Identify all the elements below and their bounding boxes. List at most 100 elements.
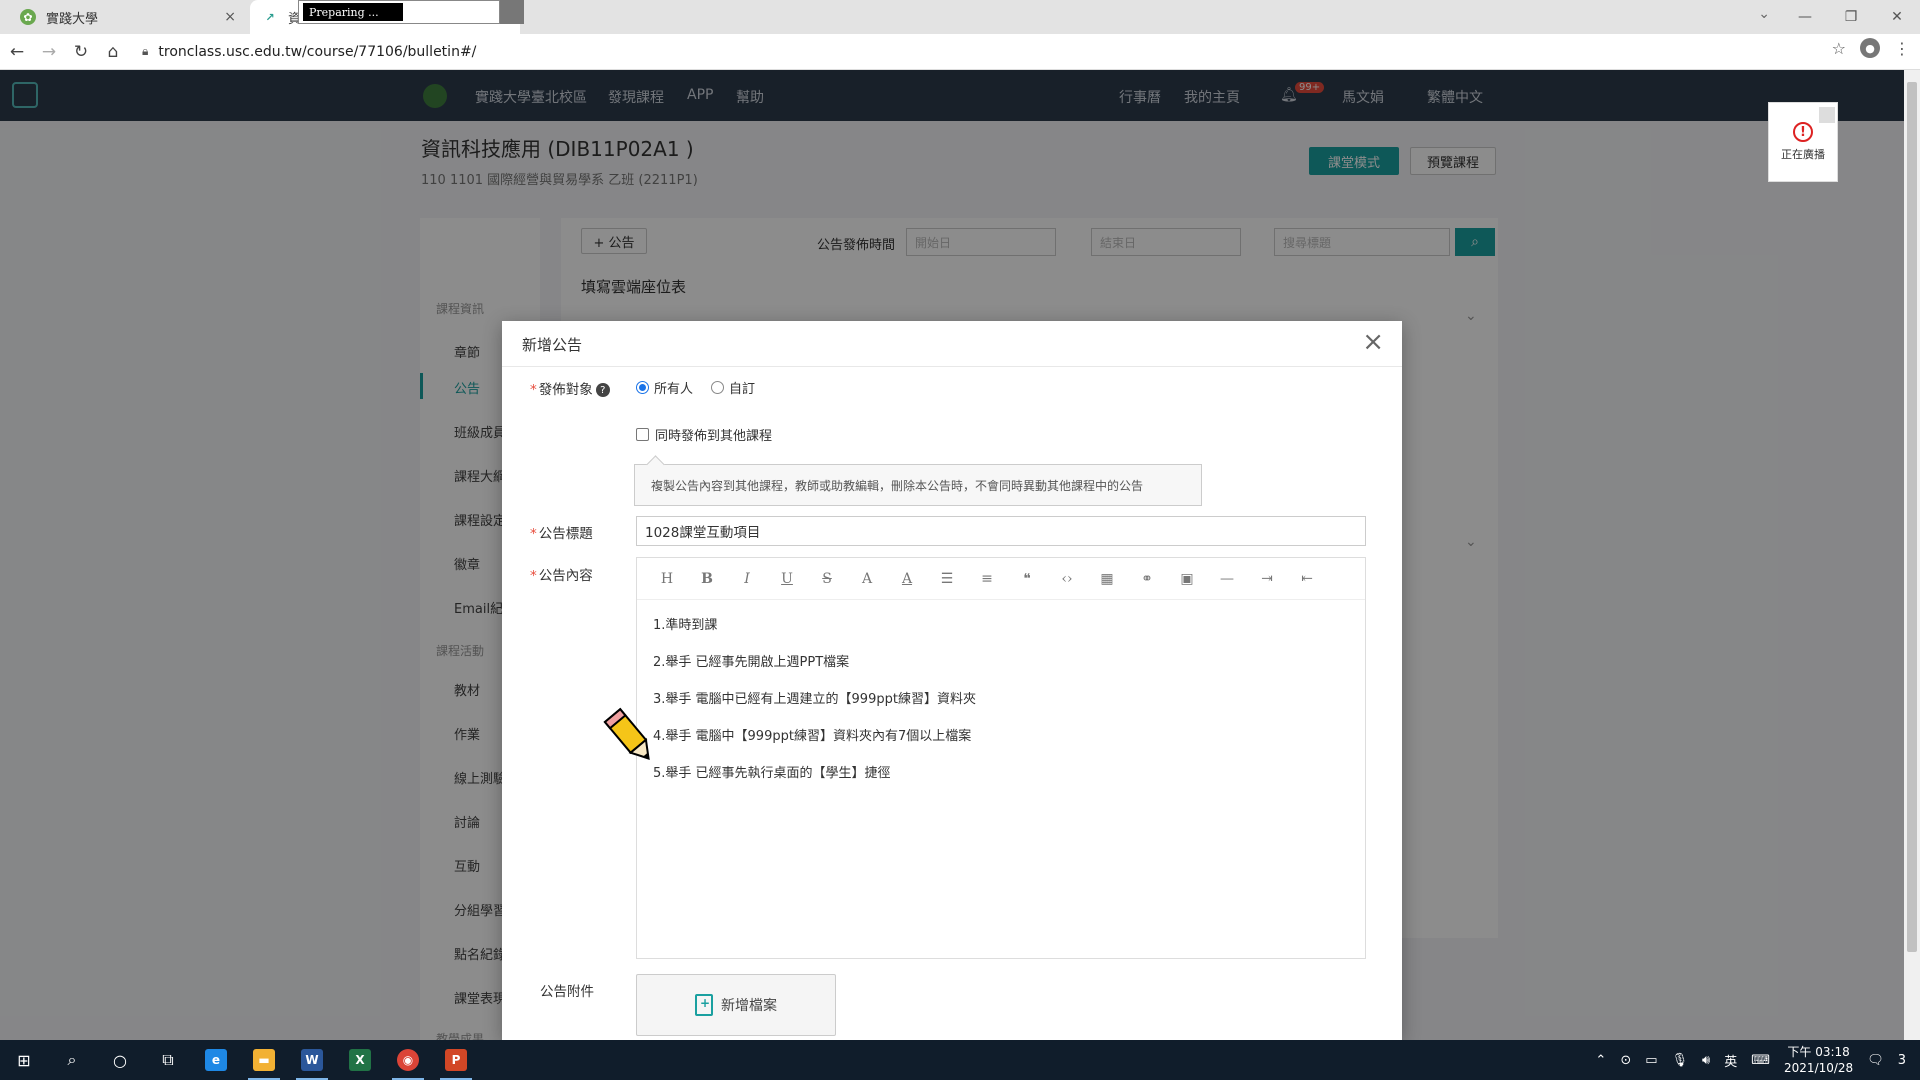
microphone-icon[interactable]: 🎙︎ [1672, 1053, 1689, 1068]
taskbar-clock[interactable]: 下午 03:18 2021/10/28 [1784, 1044, 1853, 1076]
bold-icon[interactable]: B [687, 571, 727, 587]
outdent-icon[interactable]: ⇤ [1287, 571, 1327, 587]
tab-search-icon[interactable]: ⌄ [1758, 6, 1770, 22]
checkbox-label: 同時發佈到其他課程 [655, 429, 773, 444]
radio-selected-icon[interactable] [636, 381, 649, 394]
excel-icon[interactable]: X [336, 1040, 384, 1080]
notification-count: 3 [1897, 1052, 1906, 1068]
home-icon[interactable]: ⌂ [98, 37, 128, 67]
radio-everyone[interactable]: 所有人 [636, 378, 693, 397]
also-publish-checkbox[interactable]: 同時發佈到其他課程 [636, 425, 772, 444]
alert-icon: ! [1793, 122, 1813, 142]
underline-icon[interactable]: U [767, 571, 807, 587]
cortana-icon[interactable]: ○ [96, 1040, 144, 1080]
help-icon[interactable]: ? [595, 383, 610, 397]
popup-side-block [500, 0, 524, 24]
add-file-button[interactable]: 新增檔案 [636, 974, 836, 1036]
ime-icon[interactable]: ⌨ [1751, 1053, 1770, 1068]
file-explorer-icon[interactable]: ▬ [240, 1040, 288, 1080]
profile-icon[interactable]: ● [1860, 38, 1880, 58]
close-tab-icon[interactable]: × [224, 9, 236, 25]
broadcast-label: 正在廣播 [1781, 148, 1825, 161]
university-logo-icon: ✿ [20, 9, 36, 25]
volume-icon[interactable]: 🔊︎ [1702, 1053, 1710, 1068]
chrome-icon[interactable]: ◉ [384, 1040, 432, 1080]
radio-label: 自訂 [729, 382, 756, 397]
image-icon[interactable]: ▣ [1167, 571, 1207, 587]
ordered-list-icon[interactable]: ☰ [927, 571, 967, 587]
bulletin-title-input[interactable] [636, 516, 1366, 546]
lock-icon: 🔒︎ [142, 44, 149, 58]
page-scrollbar[interactable] [1904, 70, 1920, 1040]
target-radio-group: 所有人 自訂 [636, 378, 755, 397]
forward-icon[interactable]: → [34, 37, 64, 67]
task-view-icon[interactable]: ⧉ [144, 1040, 192, 1080]
display-icon[interactable]: ▭ [1645, 1053, 1657, 1068]
italic-icon[interactable]: I [727, 571, 767, 587]
code-icon[interactable]: ‹› [1047, 571, 1087, 587]
content-line: 2.舉手 已經事先開啟上週PPT檔案 [653, 655, 850, 670]
radio-custom[interactable]: 自訂 [711, 378, 755, 397]
address-bar: ← → ↻ ⌂ 🔒︎ tronclass.usc.edu.tw/course/7… [0, 34, 1920, 70]
powerpoint-app-icon: P [445, 1049, 467, 1071]
windows-taskbar: ⊞ ⌕ ○ ⧉ e ▬ W X ◉ P ⌃ ⊙ ▭ 🎙︎ 🔊︎ 英 ⌨ 下午 0… [0, 1040, 1920, 1080]
add-file-label: 新增檔案 [721, 998, 777, 1014]
url-field[interactable]: 🔒︎ tronclass.usc.edu.tw/course/77106/bul… [142, 38, 476, 66]
notification-center-icon[interactable]: 🗨︎ [1867, 1053, 1884, 1068]
unordered-list-icon[interactable]: ≡ [967, 571, 1007, 587]
font-color-icon[interactable]: A [847, 571, 887, 587]
reload-icon[interactable]: ↻ [66, 37, 96, 67]
powerpoint-icon[interactable]: P [432, 1040, 480, 1080]
editor-content[interactable]: 1.準時到課 2.舉手 已經事先開啟上週PPT檔案 3.舉手 電腦中已經有上週建… [653, 614, 976, 799]
radio-label: 所有人 [654, 382, 694, 397]
background-color-icon[interactable]: A [887, 571, 927, 587]
required-mark: * [530, 568, 537, 584]
back-icon[interactable]: ← [2, 37, 32, 67]
title-label: * 公告標題 [530, 522, 593, 542]
rich-text-editor[interactable]: H B I U S A A ☰ ≡ ❝ ‹› ▦ ⚭ ▣ — ⇥ ⇤ 1.準時到… [636, 557, 1366, 959]
tray-chevron-icon[interactable]: ⌃ [1595, 1053, 1606, 1068]
minimize-icon[interactable]: — [1782, 0, 1828, 34]
content-label-text: 公告內容 [538, 568, 593, 584]
chrome-app-icon: ◉ [397, 1049, 419, 1071]
word-app-icon: W [301, 1049, 323, 1071]
input-language[interactable]: 英 [1724, 1051, 1737, 1070]
tab-title: 實踐大學 [46, 11, 99, 27]
network-icon[interactable]: ⊙ [1620, 1053, 1631, 1068]
search-icon[interactable]: ⌕ [48, 1040, 96, 1080]
title-label-text: 公告標題 [538, 526, 593, 542]
bookmark-star-icon[interactable]: ☆ [1832, 39, 1846, 58]
broadcast-close-icon[interactable] [1819, 107, 1835, 123]
indent-icon[interactable]: ⇥ [1247, 571, 1287, 587]
word-icon[interactable]: W [288, 1040, 336, 1080]
broadcast-widget[interactable]: ! 正在廣播 [1768, 102, 1838, 182]
edge-app-icon: e [205, 1049, 227, 1071]
content-line: 3.舉手 電腦中已經有上週建立的【999ppt練習】資料夾 [653, 692, 976, 707]
table-icon[interactable]: ▦ [1087, 571, 1127, 587]
close-icon[interactable]: × [1362, 329, 1384, 355]
publish-tooltip: 複製公告內容到其他課程，教師或助教編輯，刪除本公告時，不會同時異動其他課程中的公… [634, 464, 1202, 506]
browser-tab-1[interactable]: ✿ 實踐大學 × [8, 0, 248, 34]
quote-icon[interactable]: ❝ [1007, 571, 1047, 587]
recording-popup: Preparing ... [298, 0, 500, 24]
edge-icon[interactable]: e [192, 1040, 240, 1080]
tronclass-logo-icon: ↗ [265, 10, 275, 24]
dialog-title: 新增公告 [522, 336, 583, 354]
radio-unselected-icon[interactable] [711, 381, 725, 394]
link-icon[interactable]: ⚭ [1127, 571, 1167, 587]
folder-app-icon: ▬ [253, 1049, 275, 1071]
strikethrough-icon[interactable]: S [807, 571, 847, 587]
checkbox-icon[interactable] [636, 428, 649, 441]
clock-time: 下午 03:18 [1787, 1045, 1850, 1059]
close-window-icon[interactable]: ✕ [1874, 0, 1920, 34]
horizontal-rule-icon[interactable]: — [1207, 571, 1247, 587]
heading-icon[interactable]: H [647, 571, 687, 587]
scrollbar-thumb[interactable] [1907, 82, 1917, 952]
clock-date: 2021/10/28 [1784, 1061, 1854, 1075]
target-label: * 發佈對象? [530, 378, 610, 398]
restore-icon[interactable]: ❐ [1828, 0, 1874, 34]
content-line: 1.準時到課 [653, 618, 718, 633]
menu-dots-icon[interactable]: ⋮ [1894, 39, 1910, 58]
target-label-text: 發佈對象 [538, 382, 593, 398]
windows-start-icon[interactable]: ⊞ [0, 1040, 48, 1080]
